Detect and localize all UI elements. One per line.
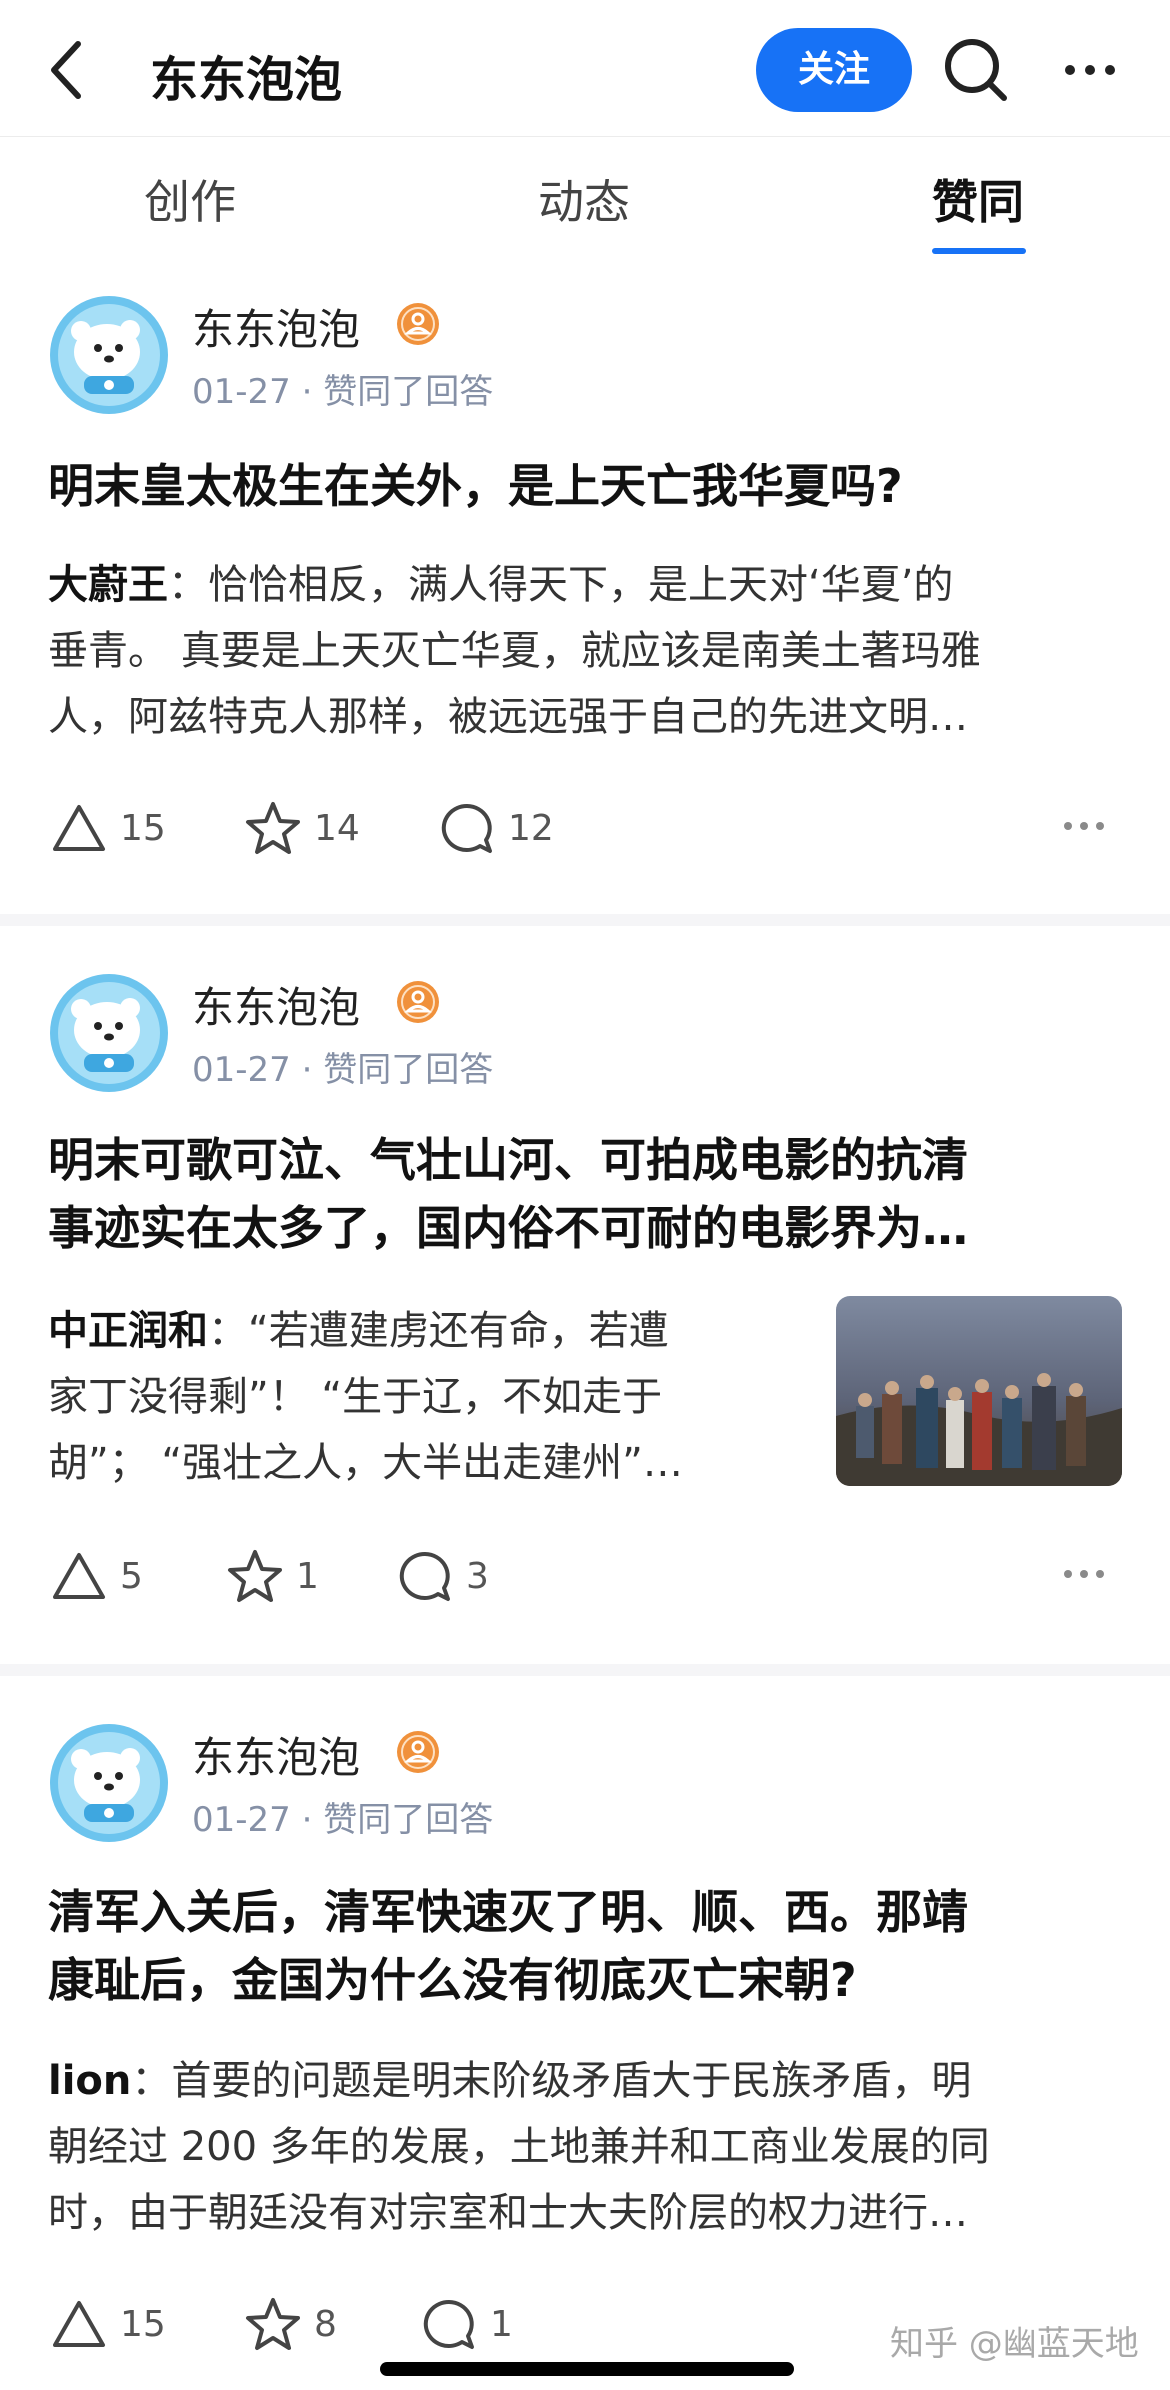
tab-activity[interactable]: 动态 <box>504 166 664 232</box>
answer-author: lion <box>48 2058 132 2104</box>
more-options-icon[interactable] <box>1060 50 1120 90</box>
action-bar: 5 1 3 <box>0 1536 1170 1616</box>
search-icon[interactable] <box>942 36 1010 104</box>
follow-button[interactable]: 关注 <box>756 28 912 112</box>
user-name[interactable]: 东东泡泡 <box>192 974 360 1035</box>
question-title-line: 清军入关后，清军快速灭了明、顺、西。那靖 <box>48 1885 968 1939</box>
favorite-count: 14 <box>314 807 360 849</box>
upvote-icon <box>53 805 105 851</box>
avatar[interactable] <box>48 294 170 416</box>
user-name[interactable]: 东东泡泡 <box>192 296 360 357</box>
card-divider <box>0 1664 1170 1676</box>
question-title-line: 康耻后，金国为什么没有彻底灭亡宋朝? <box>48 1953 857 2007</box>
more-icon[interactable] <box>1060 1558 1108 1590</box>
comment-count: 1 <box>490 2303 513 2345</box>
excerpt-line: 胡”； “强壮之人，大半出走建州”… <box>48 1440 683 1486</box>
favorite-count: 1 <box>296 1555 319 1597</box>
question-title-line: 明末可歌可泣、气壮山河、可拍成电影的抗清 <box>48 1133 968 1187</box>
star-icon <box>246 802 300 854</box>
more-icon[interactable] <box>1060 810 1108 842</box>
favorite-button[interactable]: 8 <box>244 2284 337 2364</box>
excerpt-line: 垂青。 真要是上天灭亡华夏，就应该是南美土著玛雅 <box>48 628 981 674</box>
page-title: 东东泡泡 <box>150 52 343 108</box>
excerpt-line: 朝经过 200 多年的发展，土地兼并和工商业发展的同 <box>48 2124 990 2170</box>
user-name[interactable]: 东东泡泡 <box>192 1724 360 1785</box>
back-arrow-icon[interactable] <box>40 30 92 110</box>
upvote-count: 15 <box>120 2303 166 2345</box>
comment-count: 12 <box>508 807 554 849</box>
upvote-icon <box>53 2301 105 2347</box>
avatar[interactable] <box>48 1722 170 1844</box>
answer-excerpt[interactable]: 大蔚王：恰恰相反，满人得天下，是上天对‘华夏’的 垂青。 真要是上天灭亡华夏，就… <box>48 552 1128 750</box>
top-bar: 东东泡泡 关注 <box>0 0 1170 137</box>
star-icon <box>246 2298 300 2350</box>
action-bar: 15 14 12 <box>0 788 1170 868</box>
upvote-button[interactable]: 15 <box>50 2284 166 2364</box>
upvote-count: 5 <box>120 1555 143 1597</box>
star-icon <box>228 1550 282 1602</box>
home-indicator <box>380 2362 794 2376</box>
activity-meta: 01-27 · 赞同了回答 <box>192 372 494 412</box>
comment-button[interactable]: 3 <box>396 1536 489 1616</box>
tab-creation[interactable]: 创作 <box>110 166 270 232</box>
upvote-button[interactable]: 5 <box>50 1536 143 1616</box>
excerpt-line: 人，阿兹特克人那样，被远远强于自己的先进文明… <box>48 694 968 740</box>
user-badge-icon <box>397 981 439 1023</box>
card-divider <box>0 914 1170 926</box>
avatar[interactable] <box>48 972 170 1094</box>
activity-meta: 01-27 · 赞同了回答 <box>192 1800 494 1840</box>
user-badge-icon <box>397 303 439 345</box>
excerpt-text: ：恰恰相反，满人得天下，是上天对‘华夏’的 <box>168 562 954 608</box>
favorite-count: 8 <box>314 2303 337 2345</box>
upvote-count: 15 <box>120 807 166 849</box>
comment-icon <box>399 1551 450 1601</box>
excerpt-text: ：“若遭建虏还有命，若遭 <box>208 1308 669 1354</box>
feed-card[interactable]: 东东泡泡 01-27 · 赞同了回答 清军入关后，清军快速灭了明、顺、西。那靖 … <box>0 1676 1170 2390</box>
feed-card[interactable]: 东东泡泡 01-27 · 赞同了回答 明末可歌可泣、气壮山河、可拍成电影的抗清 … <box>0 926 1170 1664</box>
excerpt-text: ：首要的问题是明末阶级矛盾大于民族矛盾，明 <box>131 2058 972 2104</box>
excerpt-line: lion：首要的问题是明末阶级矛盾大于民族矛盾，明 <box>48 2048 1138 2114</box>
answer-author: 大蔚王 <box>48 562 168 608</box>
excerpt-line: 中正润和：“若遭建虏还有命，若遭 <box>48 1298 808 1364</box>
upvote-icon <box>53 1553 105 1599</box>
comment-count: 3 <box>466 1555 489 1597</box>
excerpt-line: 时，由于朝廷没有对宗室和士大夫阶层的权力进行… <box>48 2190 968 2236</box>
upvote-button[interactable]: 15 <box>50 788 166 868</box>
excerpt-line: 大蔚王：恰恰相反，满人得天下，是上天对‘华夏’的 <box>48 552 1128 618</box>
tab-upvoted[interactable]: 赞同 <box>898 166 1058 232</box>
tab-bar: 创作 动态 赞同 <box>0 136 1170 254</box>
answer-thumbnail-image[interactable] <box>836 1296 1122 1486</box>
favorite-button[interactable]: 14 <box>244 788 360 868</box>
activity-meta: 01-27 · 赞同了回答 <box>192 1050 494 1090</box>
comment-icon <box>423 2299 474 2349</box>
comment-button[interactable]: 1 <box>420 2284 513 2364</box>
favorite-button[interactable]: 1 <box>226 1536 319 1616</box>
watermark: 知乎 @幽蓝天地 <box>890 2324 1139 2364</box>
excerpt-line: 家丁没得剩”！ “生于辽，不如走于 <box>48 1374 663 1420</box>
comment-icon <box>441 803 492 853</box>
question-title[interactable]: 明末可歌可泣、气壮山河、可拍成电影的抗清 事迹实在太多了，国内俗不可耐的电影界为… <box>48 1126 1128 1262</box>
answer-excerpt[interactable]: 中正润和：“若遭建虏还有命，若遭 家丁没得剩”！ “生于辽，不如走于 胡”； “… <box>48 1298 808 1496</box>
question-title[interactable]: 清军入关后，清军快速灭了明、顺、西。那靖 康耻后，金国为什么没有彻底灭亡宋朝? <box>48 1878 1128 2014</box>
comment-button[interactable]: 12 <box>438 788 554 868</box>
user-badge-icon <box>397 1731 439 1773</box>
question-title[interactable]: 明末皇太极生在关外，是上天亡我华夏吗? <box>48 452 1128 520</box>
feed-card[interactable]: 东东泡泡 01-27 · 赞同了回答 明末皇太极生在关外，是上天亡我华夏吗? 大… <box>0 254 1170 914</box>
answer-excerpt[interactable]: lion：首要的问题是明末阶级矛盾大于民族矛盾，明 朝经过 200 多年的发展，… <box>48 2048 1138 2246</box>
answer-author: 中正润和 <box>48 1308 208 1354</box>
question-title-line: 明末皇太极生在关外，是上天亡我华夏吗? <box>48 459 903 513</box>
question-title-line: 事迹实在太多了，国内俗不可耐的电影界为… <box>48 1201 968 1255</box>
